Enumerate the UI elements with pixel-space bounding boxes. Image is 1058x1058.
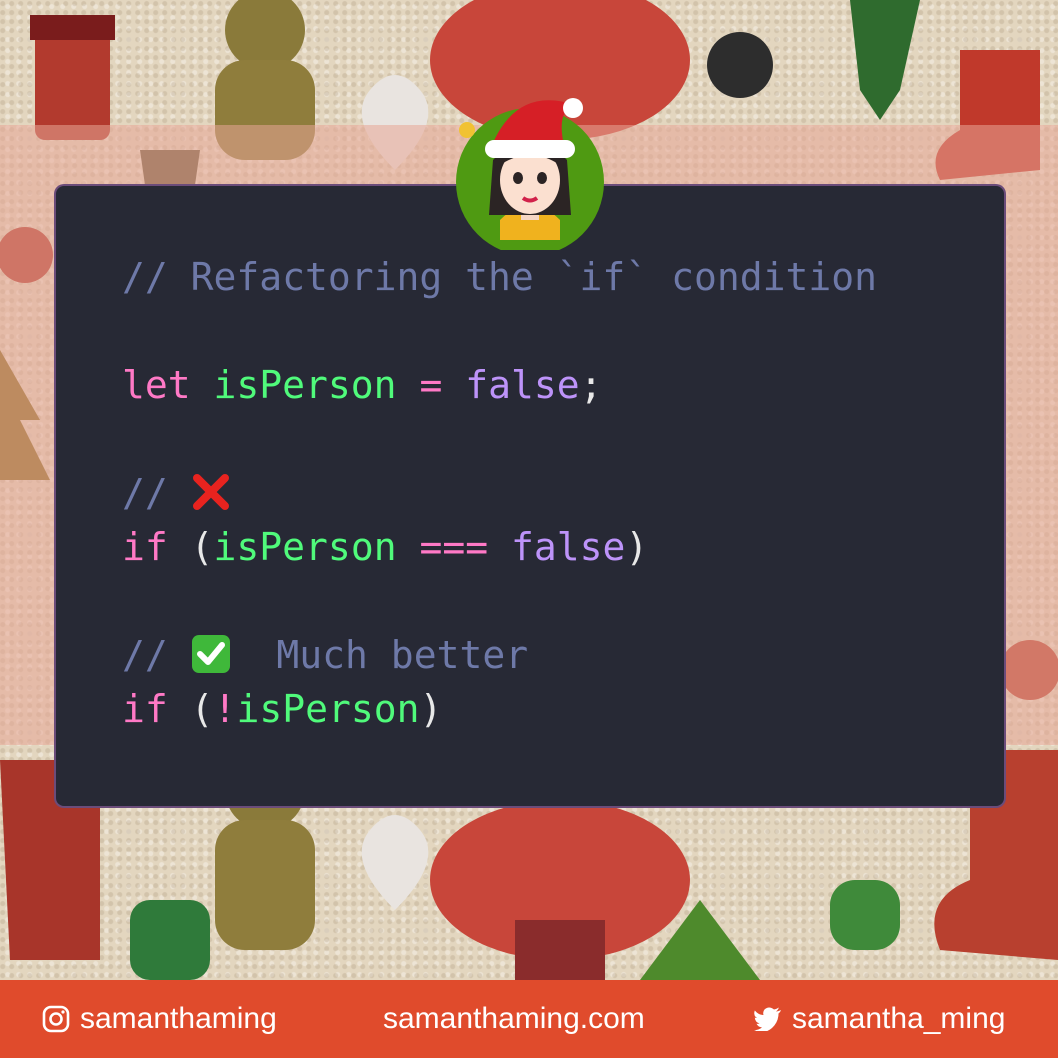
twitter-handle: samantha_ming <box>792 1002 1006 1035</box>
code-comment-bad: // <box>122 466 231 520</box>
paren-close: ) <box>625 525 649 569</box>
value-false: false <box>465 363 580 407</box>
paren-open: ( <box>190 525 214 569</box>
operator-strict-equal: === <box>419 525 489 569</box>
twitter-icon <box>754 1007 781 1031</box>
avatar-santa-hat-icon <box>456 98 604 256</box>
code-block: // Refactoring the `if` condition let is… <box>122 250 877 898</box>
code-comment-title: // Refactoring the `if` condition <box>122 255 877 299</box>
check-mark-icon <box>191 635 230 673</box>
instagram-link[interactable]: samanthaming <box>42 980 277 1058</box>
keyword-if: if <box>122 687 168 731</box>
keyword-if: if <box>122 525 168 569</box>
twitter-link[interactable]: samantha_ming <box>754 980 1005 1058</box>
avatar <box>455 90 605 256</box>
comment-slashes: // <box>122 633 168 677</box>
code-line-if-bad: if (isPerson === false) <box>122 520 648 574</box>
variable-isperson: isPerson <box>236 687 420 731</box>
variable-isperson: isPerson <box>213 363 397 407</box>
value-false: false <box>511 525 626 569</box>
comment-much-better: Much better <box>276 633 529 677</box>
operator-assign: = <box>419 363 443 407</box>
code-line-if-good: if (!isPerson) <box>122 682 442 736</box>
operator-not: ! <box>213 687 237 731</box>
website-link[interactable]: samanthaming.com <box>383 980 645 1058</box>
paren-open: ( <box>190 687 214 731</box>
paren-close: ) <box>419 687 443 731</box>
cross-mark-icon <box>192 474 229 510</box>
instagram-handle: samanthaming <box>80 1002 277 1035</box>
code-line-let: let isPerson = false; <box>122 358 603 412</box>
footer-bar: samanthaming samanthaming.com samantha_m… <box>0 980 1058 1058</box>
keyword-let: let <box>122 363 191 407</box>
comment-slashes: // <box>122 471 168 515</box>
instagram-icon <box>42 1005 70 1033</box>
semicolon: ; <box>579 363 603 407</box>
code-comment-good: // Much better <box>122 628 528 682</box>
variable-isperson: isPerson <box>213 525 397 569</box>
website-url: samanthaming.com <box>383 1002 645 1035</box>
